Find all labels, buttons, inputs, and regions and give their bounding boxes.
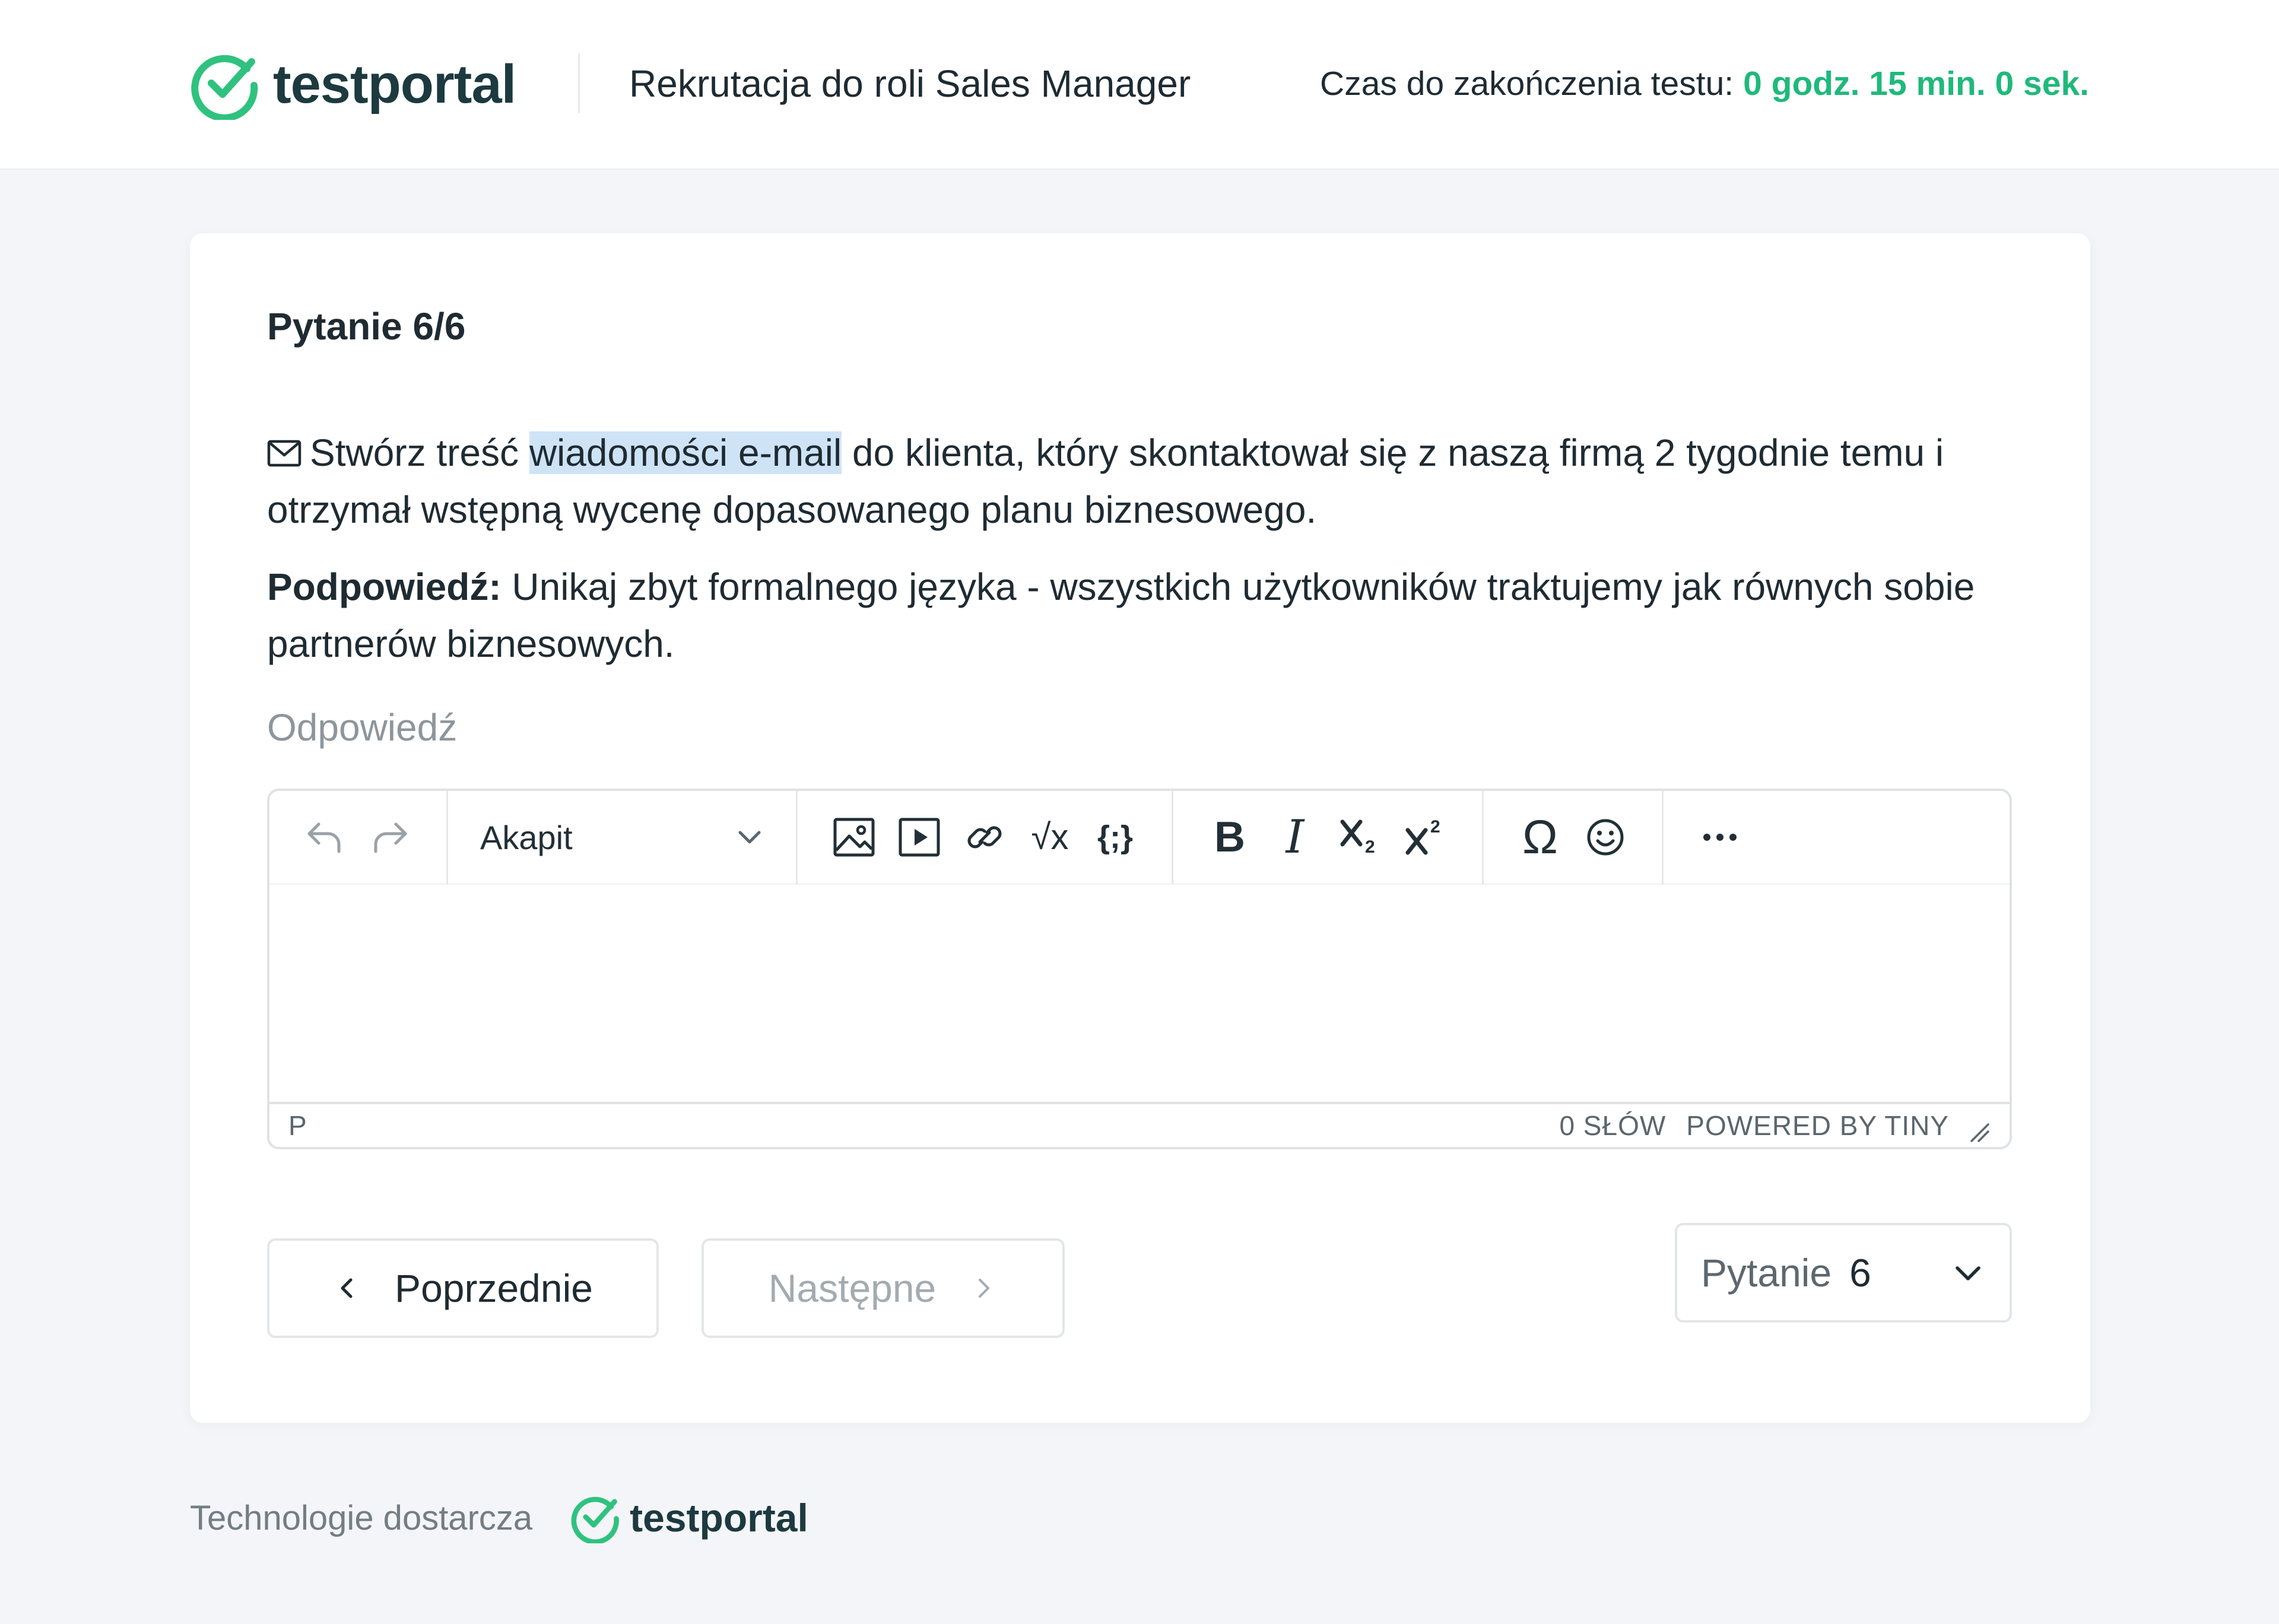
block-format-value: Akapit	[480, 818, 573, 856]
insert-link-button[interactable]	[952, 805, 1017, 870]
chevron-down-icon	[738, 831, 761, 844]
text-style-group: B I 2 2	[1173, 791, 1484, 884]
special-chars-group: Ω	[1484, 791, 1664, 884]
hint-text: Unikaj zbyt formalnego języka - wszystki…	[267, 565, 1975, 665]
next-button[interactable]: Następne	[702, 1238, 1065, 1338]
chevron-down-icon	[1956, 1266, 1980, 1280]
rich-text-editor: Akapit √x {;} B I 2 2 Ω P 0 SŁÓW POWERED…	[267, 789, 2012, 1149]
insert-image-button[interactable]	[821, 805, 887, 870]
editor-statusbar: P 0 SŁÓW POWERED BY TINY	[269, 1102, 2010, 1147]
provided-by-text: Technologie dostarcza	[190, 1498, 533, 1537]
italic-icon: I	[1285, 811, 1304, 864]
block-format-select[interactable]: Akapit	[475, 805, 772, 870]
element-path[interactable]: P	[288, 1110, 1559, 1142]
question-text-highlight: wiadomości e-mail	[529, 431, 842, 474]
format-group: Akapit	[448, 791, 798, 884]
bold-button[interactable]: B	[1197, 805, 1262, 870]
more-tools-button[interactable]	[1687, 805, 1753, 870]
question-select[interactable]: Pytanie 6	[1675, 1223, 2012, 1323]
envelope-icon	[267, 440, 301, 467]
question-select-value: 6	[1849, 1251, 1871, 1295]
link-icon	[967, 826, 1002, 848]
omega-icon: Ω	[1522, 811, 1558, 863]
timer-label: Czas do zakończenia testu:	[1320, 65, 1734, 103]
code-braces-icon: {;}	[1097, 819, 1133, 855]
question-hint: Podpowiedź: Unikaj zbyt formalnego język…	[267, 558, 1988, 672]
subscript-button[interactable]: 2	[1328, 805, 1393, 870]
header: testportal Rekrutacja do roli Sales Mana…	[0, 0, 2279, 170]
smiley-icon	[1587, 819, 1624, 856]
video-icon	[899, 818, 940, 857]
hint-label: Podpowiedź:	[267, 565, 501, 608]
bold-icon: B	[1214, 813, 1245, 861]
question-text-start: Stwórz treść	[310, 431, 529, 474]
word-count[interactable]: 0 SŁÓW	[1559, 1110, 1666, 1142]
italic-button[interactable]: I	[1262, 805, 1328, 870]
insert-group: √x {;}	[798, 791, 1173, 884]
editor-toolbar: Akapit √x {;} B I 2 2 Ω	[269, 791, 2010, 885]
history-group	[269, 791, 448, 884]
superscript-icon: 2	[1405, 817, 1440, 855]
chevron-left-icon	[341, 1278, 353, 1298]
question-card: Pytanie 6/6 Stwórz treść wiadomości e-ma…	[190, 233, 2090, 1423]
emoji-button[interactable]	[1573, 805, 1638, 870]
test-title: Rekrutacja do roli Sales Manager	[629, 62, 1191, 105]
svg-text:2: 2	[1365, 837, 1375, 857]
check-circle-icon	[191, 55, 258, 120]
testportal-logo[interactable]: testportal	[190, 49, 516, 120]
test-timer: Czas do zakończenia testu: 0 godz. 15 min…	[1320, 64, 2089, 103]
previous-button[interactable]: Poprzednie	[267, 1238, 659, 1338]
undo-button[interactable]	[292, 805, 357, 870]
image-icon	[833, 818, 875, 857]
math-formula-icon: √x	[1031, 817, 1069, 857]
subscript-icon: 2	[1340, 819, 1375, 857]
powered-by-tiny[interactable]: POWERED BY TINY	[1686, 1110, 1949, 1142]
chevron-right-icon	[979, 1279, 990, 1298]
question-text: Stwórz treść wiadomości e-mail do klient…	[267, 424, 1988, 538]
editor-content-area[interactable]	[269, 886, 2010, 1107]
svg-text:2: 2	[1430, 817, 1440, 837]
superscript-button[interactable]: 2	[1393, 805, 1458, 870]
logo-text: testportal	[273, 53, 516, 115]
insert-code-button[interactable]: {;}	[1083, 805, 1148, 870]
timer-value: 0 godz. 15 min. 0 sek.	[1743, 65, 2089, 103]
question-select-label: Pytanie	[1701, 1251, 1832, 1295]
insert-media-button[interactable]	[887, 805, 952, 870]
special-character-button[interactable]: Ω	[1507, 805, 1573, 870]
footer-logo-text[interactable]: testportal	[630, 1495, 808, 1540]
resize-handle-icon[interactable]	[1967, 1120, 1991, 1143]
footer: Technologie dostarcza testportal	[190, 1488, 808, 1547]
answer-label: Odpowiedź	[267, 706, 458, 749]
redo-button[interactable]	[357, 805, 423, 870]
next-label: Następne	[768, 1266, 937, 1310]
header-divider	[578, 53, 580, 113]
insert-math-button[interactable]: √x	[1017, 805, 1083, 870]
more-dots-icon	[1703, 834, 1737, 841]
undo-icon	[307, 822, 341, 853]
redo-icon	[374, 822, 407, 853]
more-group	[1664, 791, 1776, 884]
question-number: Pytanie 6/6	[267, 305, 466, 348]
previous-label: Poprzednie	[395, 1266, 593, 1310]
check-circle-icon	[571, 1496, 619, 1543]
